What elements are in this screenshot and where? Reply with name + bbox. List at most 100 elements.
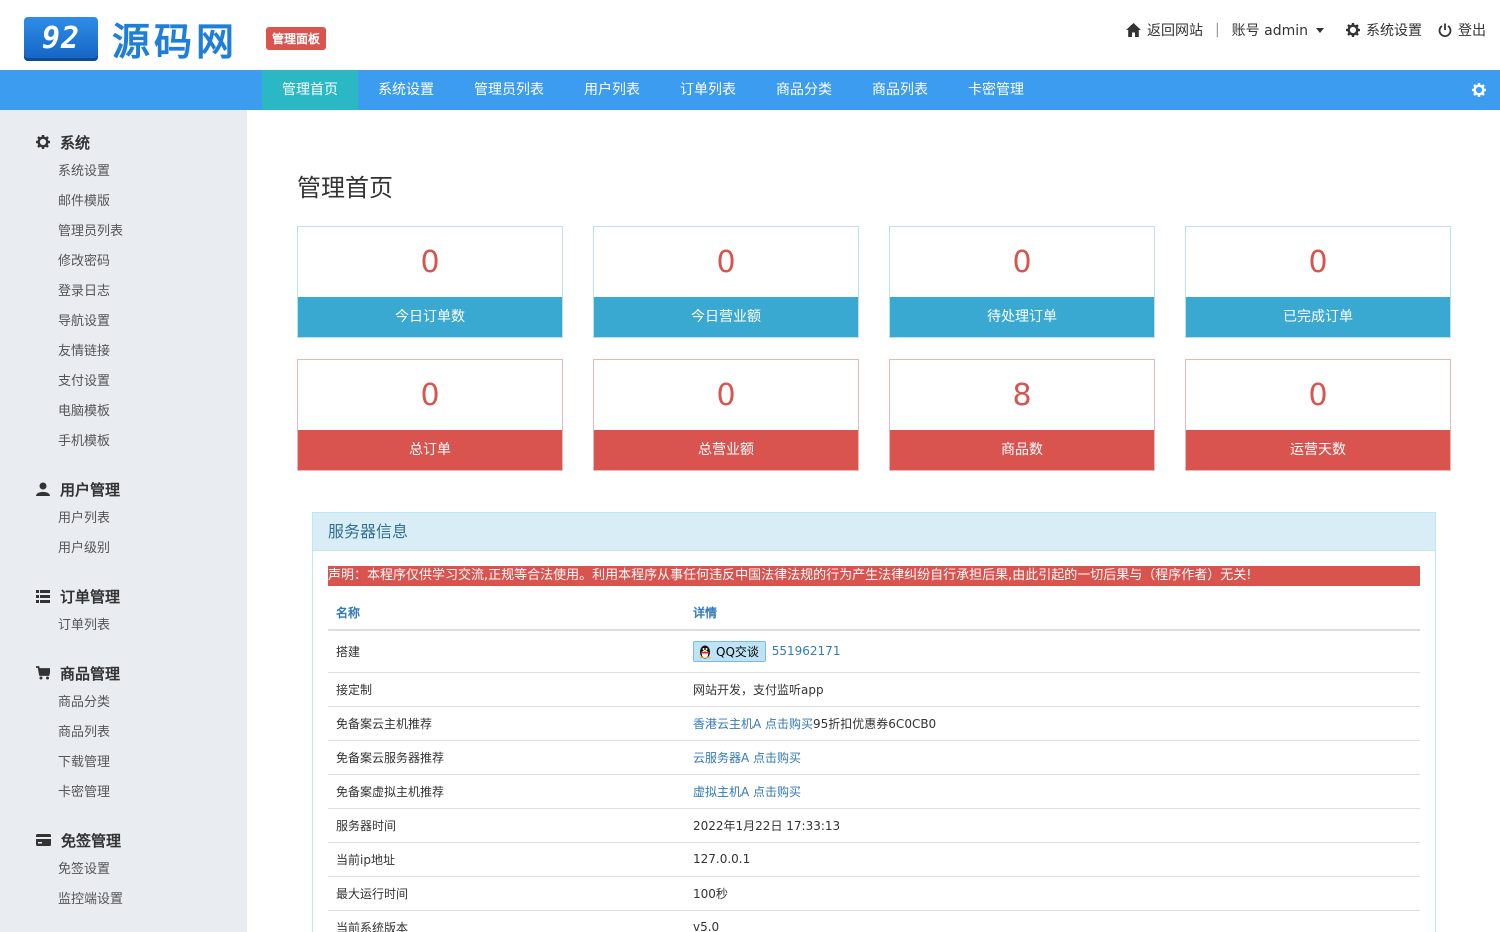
account-dropdown[interactable]: 账号 admin [1232,20,1324,40]
nav-item-product-list[interactable]: 商品列表 [852,70,948,110]
row-detail: 127.0.0.1 [685,842,1420,877]
cart-icon [36,666,50,680]
column-header-detail: 详情 [685,596,1420,631]
table-row: 免备案云主机推荐 香港云主机A 点击购买95折扣优惠券6C0CB0 [328,706,1420,741]
sidebar-item-product-list[interactable]: 商品列表 [0,718,247,748]
stat-card-total-orders[interactable]: 0 总订单 [297,359,563,471]
sidebar-item-monitor-settings[interactable]: 监控端设置 [0,885,247,915]
nav-item-product-category[interactable]: 商品分类 [756,70,852,110]
logout-link[interactable]: 登出 [1438,20,1486,40]
sidebar-item-system-settings[interactable]: 系统设置 [0,157,247,187]
qq-chat-label: QQ交谈 [716,644,759,659]
sidebar-item-admin-list[interactable]: 管理员列表 [0,217,247,247]
sidebar-item-friend-links[interactable]: 友情链接 [0,337,247,367]
table-row: 免备案虚拟主机推荐 虚拟主机A 点击购买 [328,774,1420,809]
qq-number-link[interactable]: 551962171 [772,644,841,658]
sidebar-group-label: 免签管理 [61,831,122,850]
system-settings-link[interactable]: 系统设置 [1346,20,1422,40]
panel-title: 服务器信息 [313,513,1435,551]
row-name: 免备案云服务器推荐 [328,740,685,775]
nav-item-card-management[interactable]: 卡密管理 [948,70,1044,110]
nav-item-admin-list[interactable]: 管理员列表 [454,70,564,110]
stat-card-completed-orders[interactable]: 0 已完成订单 [1185,226,1451,338]
stat-value: 0 [420,378,440,413]
cloud-server-buy-link[interactable]: 云服务器A 点击购买 [693,751,801,765]
sidebar-item-change-password[interactable]: 修改密码 [0,247,247,277]
stat-value: 0 [1012,245,1032,280]
account-label: 账号 admin [1231,23,1308,39]
row-name: 服务器时间 [328,808,685,843]
sidebar-item-nav-settings[interactable]: 导航设置 [0,307,247,337]
row-detail: v5.0 [685,910,1420,932]
nav-item-user-list[interactable]: 用户列表 [564,70,660,110]
row-name: 当前系统版本 [328,910,685,932]
row-detail: 100秒 [685,876,1420,911]
table-row: 免备案云服务器推荐 云服务器A 点击购买 [328,740,1420,775]
link-separator: | [1214,22,1220,38]
nav-item-dashboard[interactable]: 管理首页 [262,70,358,110]
main-content: 管理首页 0 今日订单数 0 今日营业额 0 待处理订单 0 已完成订单 0 总… [247,110,1500,932]
row-name: 当前ip地址 [328,842,685,877]
return-site-link[interactable]: 返回网站 [1125,20,1203,40]
sidebar-item-payment-free-settings[interactable]: 免签设置 [0,855,247,885]
sidebar-item-user-level[interactable]: 用户级别 [0,534,247,564]
sidebar: 系统 系统设置 邮件模版 管理员列表 修改密码 登录日志 导航设置 友情链接 支… [0,110,247,932]
stat-card-today-revenue[interactable]: 0 今日营业额 [593,226,859,338]
stat-value: 0 [716,245,736,280]
nav-item-system-settings[interactable]: 系统设置 [358,70,454,110]
sidebar-item-login-log[interactable]: 登录日志 [0,277,247,307]
stat-value: 0 [1308,378,1328,413]
sidebar-item-card-management[interactable]: 卡密管理 [0,778,247,808]
row-detail: 虚拟主机A 点击购买 [685,774,1420,809]
table-row: 服务器时间 2022年1月22日 17:33:13 [328,808,1420,843]
sidebar-group-title: 用户管理 [0,479,247,499]
sidebar-item-email-template[interactable]: 邮件模版 [0,187,247,217]
server-info-table: 名称 详情 搭建 QQ交谈 551962171 接定制 网站开发，支付监听app… [328,596,1420,932]
caret-down-icon [1316,27,1324,33]
credit-card-icon [36,834,51,846]
row-detail: 香港云主机A 点击购买95折扣优惠券6C0CB0 [685,706,1420,741]
qq-chat-button[interactable]: QQ交谈 [693,640,766,662]
table-row: 当前ip地址 127.0.0.1 [328,842,1420,877]
stat-card-operating-days[interactable]: 0 运营天数 [1185,359,1451,471]
row-name: 接定制 [328,672,685,707]
stat-label: 今日营业额 [594,297,858,337]
stat-card-total-revenue[interactable]: 0 总营业额 [593,359,859,471]
stat-label: 待处理订单 [890,297,1154,337]
coupon-text: 95折扣优惠券6C0CB0 [813,716,937,731]
header: 92 源码网 管理面板 返回网站 | 账号 admin 系统设置 登出 [0,0,1500,70]
sidebar-item-user-list[interactable]: 用户列表 [0,504,247,534]
stat-card-pending-orders[interactable]: 0 待处理订单 [889,226,1155,338]
stat-card-today-orders[interactable]: 0 今日订单数 [297,226,563,338]
system-settings-label: 系统设置 [1366,23,1422,39]
row-name: 最大运行时间 [328,876,685,911]
column-header-name: 名称 [328,596,685,631]
stat-label: 商品数 [890,430,1154,470]
sidebar-item-download-management[interactable]: 下载管理 [0,748,247,778]
sidebar-group-title: 系统 [0,132,247,152]
sidebar-item-order-list[interactable]: 订单列表 [0,611,247,641]
table-row: 最大运行时间 100秒 [328,876,1420,911]
table-row: 当前系统版本 v5.0 [328,910,1420,932]
user-icon [36,482,50,496]
sidebar-group-system: 系统 系统设置 邮件模版 管理员列表 修改密码 登录日志 导航设置 友情链接 支… [0,132,247,457]
sidebar-item-product-category[interactable]: 商品分类 [0,688,247,718]
site-logo[interactable]: 92 源码网 [24,11,238,66]
gear-icon [1472,83,1486,97]
stat-value: 8 [1012,378,1032,413]
logo-mark: 92 [24,16,98,61]
virtual-host-buy-link[interactable]: 虚拟主机A 点击购买 [693,785,801,799]
stat-card-product-count[interactable]: 8 商品数 [889,359,1155,471]
sidebar-group-label: 订单管理 [60,587,121,606]
logo-text: 源码网 [112,20,239,64]
nav-item-order-list[interactable]: 订单列表 [660,70,756,110]
row-detail: 云服务器A 点击购买 [685,740,1420,775]
sidebar-item-payment-settings[interactable]: 支付设置 [0,367,247,397]
server-info-panel: 服务器信息 声明：本程序仅供学习交流,正规等合法使用。利用本程序从事任何违反中国… [312,512,1436,932]
navbar-settings-button[interactable] [1472,82,1486,101]
hk-cloud-host-buy-link[interactable]: 香港云主机A 点击购买 [693,717,813,731]
row-detail: 网站开发，支付监听app [685,672,1420,707]
stat-label: 已完成订单 [1186,297,1450,337]
sidebar-item-pc-template[interactable]: 电脑模板 [0,397,247,427]
sidebar-item-mobile-template[interactable]: 手机模板 [0,427,247,457]
